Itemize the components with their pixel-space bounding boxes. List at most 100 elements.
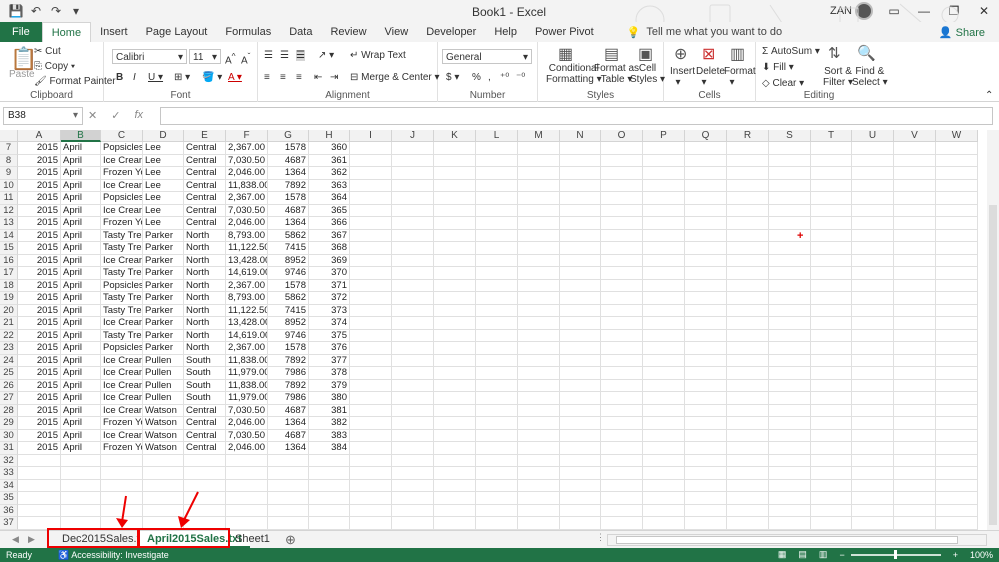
cell[interactable]: 370: [309, 267, 350, 280]
cell[interactable]: [434, 279, 476, 292]
cell[interactable]: [350, 392, 392, 405]
cell[interactable]: [226, 479, 268, 492]
cell[interactable]: Lee: [143, 167, 184, 180]
cell[interactable]: [61, 479, 101, 492]
cell[interactable]: [518, 292, 560, 305]
cell[interactable]: 2015: [18, 254, 61, 267]
cell[interactable]: [268, 504, 309, 517]
cell[interactable]: [476, 204, 518, 217]
cell[interactable]: [560, 354, 601, 367]
cell[interactable]: [685, 304, 727, 317]
cell[interactable]: [852, 167, 894, 180]
cell[interactable]: [476, 179, 518, 192]
grow-font-button[interactable]: A^: [225, 51, 236, 66]
cell[interactable]: [685, 517, 727, 530]
cell[interactable]: [769, 517, 811, 530]
cell[interactable]: April: [61, 217, 101, 230]
cell[interactable]: [727, 229, 769, 242]
cell[interactable]: Central: [184, 142, 226, 155]
cell[interactable]: [350, 354, 392, 367]
cell[interactable]: [61, 454, 101, 467]
cell[interactable]: [894, 142, 936, 155]
cell[interactable]: 7986: [268, 392, 309, 405]
cell[interactable]: [61, 504, 101, 517]
tab-review[interactable]: Review: [321, 22, 375, 42]
cell[interactable]: [643, 492, 685, 505]
tab-developer[interactable]: Developer: [417, 22, 485, 42]
cell[interactable]: April: [61, 142, 101, 155]
cell[interactable]: Watson: [143, 429, 184, 442]
cell[interactable]: [769, 142, 811, 155]
tab-formulas[interactable]: Formulas: [216, 22, 280, 42]
cell[interactable]: [811, 279, 852, 292]
cell[interactable]: April: [61, 167, 101, 180]
cell[interactable]: [601, 504, 643, 517]
cell[interactable]: [601, 167, 643, 180]
cell[interactable]: 373: [309, 304, 350, 317]
cell[interactable]: [268, 517, 309, 530]
cell[interactable]: [518, 317, 560, 330]
cell[interactable]: Lee: [143, 142, 184, 155]
cell[interactable]: [894, 242, 936, 255]
cell[interactable]: [392, 417, 434, 430]
cell[interactable]: [392, 292, 434, 305]
column-header-l[interactable]: L: [476, 130, 518, 142]
cell[interactable]: [350, 167, 392, 180]
cell[interactable]: [727, 454, 769, 467]
cell[interactable]: 381: [309, 404, 350, 417]
cell[interactable]: [894, 467, 936, 480]
cell[interactable]: [936, 229, 978, 242]
cell[interactable]: [560, 267, 601, 280]
cell[interactable]: [769, 204, 811, 217]
cell[interactable]: [643, 329, 685, 342]
cell[interactable]: [852, 429, 894, 442]
cell[interactable]: Central: [184, 404, 226, 417]
cell[interactable]: [643, 517, 685, 530]
cell[interactable]: [392, 504, 434, 517]
cell[interactable]: Central: [184, 192, 226, 205]
cell[interactable]: 7,030.50: [226, 204, 268, 217]
cell[interactable]: [392, 317, 434, 330]
cell[interactable]: [727, 517, 769, 530]
cell[interactable]: [560, 292, 601, 305]
autosum-button[interactable]: Σ AutoSum ▾: [762, 46, 820, 57]
cell[interactable]: [434, 154, 476, 167]
cell[interactable]: [518, 442, 560, 455]
tab-split-handle[interactable]: ⋮: [596, 532, 605, 543]
cell[interactable]: [643, 267, 685, 280]
cell[interactable]: [601, 429, 643, 442]
cell[interactable]: [727, 492, 769, 505]
cell[interactable]: [727, 204, 769, 217]
cell[interactable]: April: [61, 342, 101, 355]
cell[interactable]: [685, 417, 727, 430]
cell[interactable]: [811, 417, 852, 430]
cell[interactable]: Parker: [143, 267, 184, 280]
cell[interactable]: [852, 492, 894, 505]
cell[interactable]: [601, 517, 643, 530]
cell[interactable]: [560, 142, 601, 155]
cell[interactable]: Parker: [143, 317, 184, 330]
cell[interactable]: [601, 442, 643, 455]
cell[interactable]: 365: [309, 204, 350, 217]
merge-center-button[interactable]: ⊟ Merge & Center ▾: [350, 72, 440, 83]
cell[interactable]: [727, 479, 769, 492]
cell[interactable]: Central: [184, 429, 226, 442]
cell[interactable]: 361: [309, 154, 350, 167]
page-layout-view-icon[interactable]: ▤: [798, 549, 807, 560]
cell[interactable]: 371: [309, 279, 350, 292]
cell[interactable]: 363: [309, 179, 350, 192]
cell[interactable]: [350, 254, 392, 267]
cell[interactable]: [518, 192, 560, 205]
cell[interactable]: [309, 479, 350, 492]
cell[interactable]: [685, 442, 727, 455]
cell[interactable]: [643, 317, 685, 330]
cell[interactable]: 14,619.00: [226, 267, 268, 280]
cell[interactable]: [434, 167, 476, 180]
cell[interactable]: [852, 267, 894, 280]
cell[interactable]: [560, 454, 601, 467]
cell[interactable]: [643, 217, 685, 230]
cell[interactable]: [811, 392, 852, 405]
cell[interactable]: 2,367.00: [226, 342, 268, 355]
cancel-icon[interactable]: ✕: [88, 109, 97, 122]
horizontal-scroll-thumb[interactable]: [616, 536, 958, 544]
